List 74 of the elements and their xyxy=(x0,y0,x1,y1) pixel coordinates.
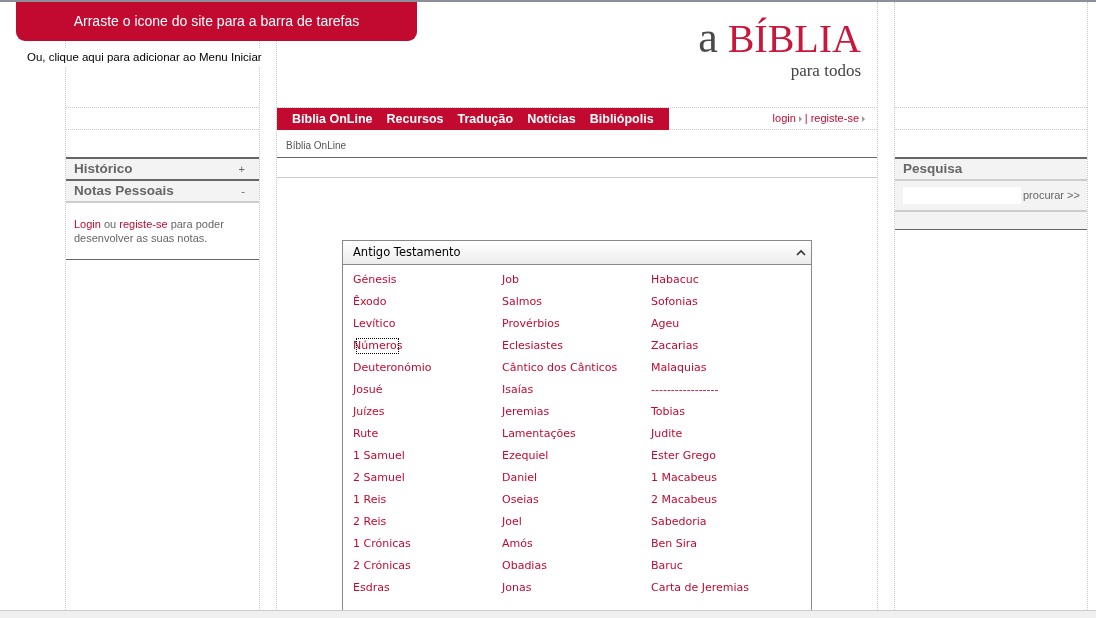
book-link[interactable]: Jeremias xyxy=(502,401,550,423)
menu-item[interactable]: Bibliópolis xyxy=(582,109,661,129)
arrow-icon xyxy=(862,115,865,122)
section-header[interactable]: Histórico + xyxy=(66,157,259,179)
book-link[interactable]: Ezequiel xyxy=(502,445,549,467)
logo-article: a xyxy=(698,16,718,60)
book-link[interactable]: Isaías xyxy=(502,379,534,401)
book-link[interactable]: Judite xyxy=(651,423,683,445)
book-link[interactable]: Joel xyxy=(502,511,522,533)
section-title: Pesquisa xyxy=(903,159,963,178)
notes-message: Login ou registe-se para poder desenvolver as suas notas. xyxy=(74,217,225,245)
book-link[interactable]: Habacuc xyxy=(651,269,699,291)
book-link[interactable]: Carta de Jeremias xyxy=(651,577,750,599)
separator: | xyxy=(804,111,808,127)
book-link[interactable]: Baruc xyxy=(651,555,683,577)
book-link[interactable]: Sofonias xyxy=(651,291,698,313)
book-link[interactable]: Ben Sira xyxy=(651,533,698,555)
section-title: Histórico xyxy=(74,159,133,178)
panel-title: Antigo Testamento xyxy=(353,243,461,261)
book-link[interactable]: Génesis xyxy=(353,269,397,291)
menu-item[interactable]: Tradução xyxy=(450,109,521,129)
book-link[interactable]: 2 Crónicas xyxy=(353,555,411,577)
book-link[interactable]: Levítico xyxy=(353,313,396,335)
book-link[interactable]: Tobias xyxy=(651,401,686,423)
book-link[interactable]: Provérbios xyxy=(502,313,560,335)
section-header[interactable]: Notas Pessoais - xyxy=(66,179,259,201)
arrow-icon xyxy=(798,115,802,122)
book-link[interactable]: Jonas xyxy=(502,577,532,599)
menu-item[interactable]: Recursos xyxy=(379,109,451,129)
search-button[interactable]: procurar >> xyxy=(1023,187,1080,204)
book-link[interactable]: 2 Macabeus xyxy=(651,489,717,511)
book-link[interactable]: 2 Reis xyxy=(353,511,387,533)
link[interactable]: Login xyxy=(74,218,101,230)
book-link[interactable]: Salmos xyxy=(502,291,542,313)
book-link[interactable]: 1 Reis xyxy=(353,489,387,511)
book-link[interactable]: 2 Samuel xyxy=(353,467,405,489)
book-link[interactable]: ----------------- xyxy=(651,379,719,401)
book-link[interactable]: Josué xyxy=(353,379,383,401)
chevron-icon[interactable] xyxy=(796,249,806,256)
book-link[interactable]: Daniel xyxy=(502,467,538,489)
book-link[interactable]: Números xyxy=(353,335,403,357)
logo-tagline: para todos xyxy=(790,62,861,79)
toggle-sign: - xyxy=(241,183,245,199)
book-link[interactable]: Sabedoria xyxy=(651,511,707,533)
link[interactable]: registe-se xyxy=(119,218,168,230)
book-link[interactable]: Amós xyxy=(502,533,533,555)
toggle-sign: + xyxy=(238,161,245,177)
menu-item[interactable]: Notícias xyxy=(520,109,583,129)
account-link[interactable]: registe-se xyxy=(810,110,859,127)
book-link[interactable]: Êxodo xyxy=(353,291,387,313)
book-link[interactable]: Oseias xyxy=(502,489,539,511)
book-link[interactable]: Deuteronómio xyxy=(353,357,432,379)
book-link[interactable]: Zacarias xyxy=(651,335,699,357)
book-link[interactable]: Malaquias xyxy=(651,357,707,379)
menu-item[interactable]: Bíblia OnLine xyxy=(285,109,380,129)
book-link[interactable]: 1 Samuel xyxy=(353,445,405,467)
book-link[interactable]: Obadias xyxy=(502,555,547,577)
account-link[interactable]: login xyxy=(772,110,796,127)
breadcrumb-link[interactable]: Bíblia OnLine xyxy=(277,130,877,161)
book-link[interactable]: Esdras xyxy=(353,577,390,599)
book-link[interactable]: 1 Macabeus xyxy=(651,467,717,489)
book-link[interactable]: Rute xyxy=(353,423,379,445)
book-link[interactable]: Lamentações xyxy=(502,423,576,445)
book-link[interactable]: Job xyxy=(502,269,519,291)
logo-title: BÍBLIA xyxy=(727,19,861,59)
book-link[interactable]: Eclesiastes xyxy=(502,335,563,357)
add-to-start-link[interactable]: Ou, clique aqui para adicionar ao Menu Iniciar xyxy=(27,49,262,67)
book-link[interactable]: Ageu xyxy=(651,313,680,335)
book-link[interactable]: 1 Crónicas xyxy=(353,533,411,555)
book-link[interactable]: Juízes xyxy=(353,401,385,423)
book-link[interactable]: Cântico dos Cânticos xyxy=(502,357,618,379)
banner[interactable]: Arraste o icone do site para a barra de tarefas xyxy=(16,2,417,41)
section-title: Notas Pessoais xyxy=(74,181,174,200)
book-link[interactable]: Ester Grego xyxy=(651,445,717,467)
